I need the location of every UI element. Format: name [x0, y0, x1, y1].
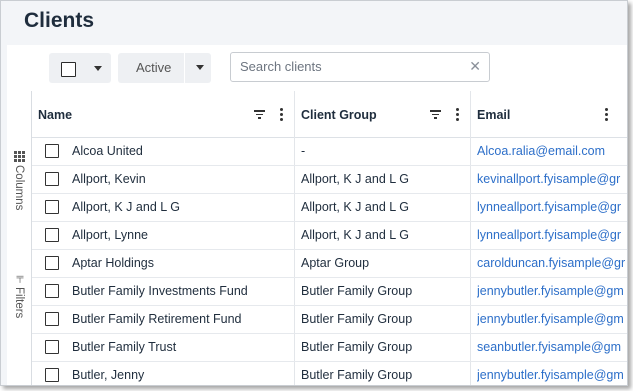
- column-header-name[interactable]: Name: [38, 108, 72, 122]
- client-group-cell: Butler Family Group: [301, 312, 413, 326]
- table-row[interactable]: Allport, Kevin Allport, K J and L G kevina…: [32, 165, 627, 194]
- email-link[interactable]: jennybutler.fyisample@gm: [477, 284, 625, 298]
- email-link[interactable]: kevinallport.fyisample@gr: [477, 172, 625, 186]
- table-row[interactable]: Butler Family Investments Fund Butler Fam…: [32, 277, 627, 306]
- column-header-email[interactable]: Email: [477, 108, 510, 122]
- client-group-cell: -: [301, 144, 306, 158]
- client-name-cell[interactable]: Alcoa United: [72, 144, 287, 158]
- table-header: Name Client Group Email: [32, 91, 627, 138]
- filters-icon: ⊩: [13, 275, 25, 285]
- row-checkbox[interactable]: [45, 340, 59, 354]
- table-row[interactable]: Allport, K J and L G Allport, K J and L G…: [32, 193, 627, 222]
- email-link[interactable]: Alcoa.ralia@email.com: [477, 144, 625, 158]
- table-row[interactable]: Aptar Holdings Aptar Group carolduncan.fyi…: [32, 249, 627, 278]
- client-group-cell: Butler Family Group: [301, 368, 413, 382]
- table-row[interactable]: Butler Family Retirement Fund Butler Fami…: [32, 305, 627, 334]
- table-row[interactable]: Allport, Lynne Allport, K J and L G lynnea…: [32, 221, 627, 250]
- client-group-cell: Allport, K J and L G: [301, 228, 409, 242]
- table-row[interactable]: Alcoa United - Alcoa.ralia@email.com: [32, 137, 627, 166]
- client-group-cell: Butler Family Group: [301, 340, 413, 354]
- chevron-down-icon[interactable]: [196, 65, 204, 70]
- email-link[interactable]: jennybutler.fyisample@gm: [477, 312, 625, 326]
- columns-tab[interactable]: Columns: [7, 146, 31, 216]
- client-group-cell: Allport, K J and L G: [301, 172, 409, 186]
- status-filter-dropdown[interactable]: Active: [118, 53, 211, 83]
- column-menu-icon[interactable]: [456, 108, 459, 123]
- search-input[interactable]: [240, 59, 460, 74]
- email-link[interactable]: lynneallport.fyisample@gr: [477, 200, 625, 214]
- row-checkbox[interactable]: [45, 368, 59, 382]
- row-checkbox[interactable]: [45, 228, 59, 242]
- email-link[interactable]: carolduncan.fyisample@gr: [477, 256, 625, 270]
- row-checkbox[interactable]: [45, 256, 59, 270]
- search-box[interactable]: ✕: [230, 52, 490, 82]
- table-row[interactable]: Butler Family Trust Butler Family Group se…: [32, 333, 627, 362]
- filters-tab[interactable]: ⊩ Filters: [7, 267, 31, 327]
- client-name-cell[interactable]: Aptar Holdings: [72, 256, 287, 270]
- row-checkbox[interactable]: [45, 312, 59, 326]
- row-checkbox[interactable]: [45, 144, 59, 158]
- client-name-cell[interactable]: Butler, Jenny: [72, 368, 287, 382]
- column-menu-icon[interactable]: [280, 108, 283, 123]
- column-header-client-group[interactable]: Client Group: [301, 108, 377, 122]
- columns-grid-icon: [13, 151, 25, 163]
- row-checkbox[interactable]: [45, 172, 59, 186]
- chevron-down-icon[interactable]: [94, 66, 102, 71]
- client-name-cell[interactable]: Butler Family Retirement Fund: [72, 312, 287, 326]
- clients-window: Clients Active ✕ Columns ⊩ Filters Name: [0, 0, 628, 386]
- client-name-cell[interactable]: Allport, K J and L G: [72, 200, 287, 214]
- columns-tab-label: Columns: [13, 165, 25, 211]
- column-menu-icon[interactable]: [605, 108, 608, 123]
- toolbar: Active ✕: [7, 45, 627, 91]
- client-group-cell: Aptar Group: [301, 256, 370, 270]
- client-name-cell[interactable]: Butler Family Investments Fund: [72, 284, 287, 298]
- filters-tab-label: Filters: [13, 287, 25, 319]
- client-name-cell[interactable]: Allport, Lynne: [72, 228, 287, 242]
- clear-icon[interactable]: ✕: [469, 59, 481, 73]
- client-group-cell: Butler Family Group: [301, 284, 413, 298]
- client-name-cell[interactable]: Allport, Kevin: [72, 172, 287, 186]
- page-title: Clients: [24, 9, 95, 32]
- dropdown-divider: [184, 53, 185, 83]
- email-link[interactable]: lynneallport.fyisample@gr: [477, 228, 625, 242]
- filter-icon[interactable]: [430, 110, 441, 121]
- row-checkbox[interactable]: [45, 284, 59, 298]
- side-panel: Columns ⊩ Filters: [7, 91, 32, 385]
- row-checkbox[interactable]: [45, 200, 59, 214]
- select-all-checkbox[interactable]: [61, 62, 76, 77]
- clients-table: Name Client Group Email Alcoa United - Alc…: [32, 91, 627, 385]
- email-link[interactable]: jennybutler.fyisample@gm: [477, 368, 625, 382]
- filter-icon[interactable]: [254, 110, 265, 121]
- email-link[interactable]: seanbutler.fyisample@gm: [477, 340, 625, 354]
- client-group-cell: Allport, K J and L G: [301, 200, 409, 214]
- status-filter-label: Active: [136, 60, 172, 75]
- client-name-cell[interactable]: Butler Family Trust: [72, 340, 287, 354]
- bulk-select-button[interactable]: [49, 53, 111, 83]
- table-row[interactable]: Butler, Jenny Butler Family Group jennybut…: [32, 361, 627, 385]
